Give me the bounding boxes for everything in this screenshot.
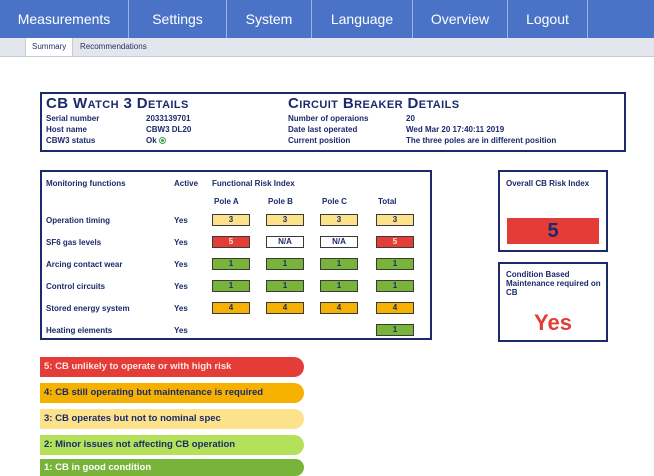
last-operated-value: Wed Mar 20 17:40:11 2019 <box>406 125 505 134</box>
legend-risk-1: 1: CB in good condition <box>40 459 304 476</box>
risk-cell: 1 <box>266 258 304 270</box>
risk-total-cell: 1 <box>376 280 414 292</box>
risk-total-cell: 5 <box>376 236 414 248</box>
status-label: CBW3 status <box>46 136 96 145</box>
nav-language[interactable]: Language <box>312 0 413 38</box>
active-value: Yes <box>174 304 188 313</box>
risk-cell: 1 <box>212 258 250 270</box>
risk-cell: N/A <box>320 236 358 248</box>
tab-summary[interactable]: Summary <box>25 38 74 56</box>
risk-cell: 4 <box>266 302 304 314</box>
nav-logout[interactable]: Logout <box>508 0 588 38</box>
position-value: The three poles are in different positio… <box>406 136 557 145</box>
operations-label: Number of operaions <box>288 114 369 123</box>
risk-cell: 5 <box>212 236 250 248</box>
status-value-wrap: Ok <box>146 136 166 145</box>
nav-filler <box>588 0 654 38</box>
serial-label: Serial number <box>46 114 100 123</box>
risk-cell: 4 <box>320 302 358 314</box>
row-label-arcing-contact-wear: Arcing contact wear <box>46 260 123 269</box>
row-label-sf6-gas-levels: SF6 gas levels <box>46 238 102 247</box>
overall-risk-value: 5 <box>507 218 599 244</box>
details-panel: CB Watch 3 Details Circuit Breaker Detai… <box>40 92 626 152</box>
active-value: Yes <box>174 282 188 291</box>
overall-risk-panel: Overall CB Risk Index 5 <box>498 170 608 252</box>
top-nav: Measurements Settings System Language Ov… <box>0 0 654 38</box>
risk-cell: 1 <box>266 280 304 292</box>
risk-total-cell: 1 <box>376 258 414 270</box>
last-operated-label: Date last operated <box>288 125 358 134</box>
ok-circle-icon <box>158 137 166 144</box>
risk-cell: 1 <box>320 258 358 270</box>
nav-overview[interactable]: Overview <box>413 0 508 38</box>
row-label-stored-energy-system: Stored energy system <box>46 304 130 313</box>
row-label-control-circuits: Control circuits <box>46 282 106 291</box>
maintenance-required-value: Yes <box>534 310 572 335</box>
risk-total-cell: 1 <box>376 324 414 336</box>
fri-header: Functional Risk Index <box>212 179 295 188</box>
active-value: Yes <box>174 260 188 269</box>
active-value: Yes <box>174 216 188 225</box>
pole-c-header: Pole C <box>322 197 347 206</box>
legend-risk-4: 4: CB still operating but maintenance is… <box>40 383 304 403</box>
operations-value: 20 <box>406 114 415 123</box>
position-label: Current position <box>288 136 351 145</box>
risk-cell: 1 <box>212 280 250 292</box>
status-value: Ok <box>146 136 157 145</box>
risk-total-cell: 3 <box>376 214 414 226</box>
risk-cell: 3 <box>266 214 304 226</box>
tab-recommendations[interactable]: Recommendations <box>74 38 153 56</box>
legend-risk-5: 5: CB unlikely to operate or with high r… <box>40 357 304 377</box>
serial-value: 2033139701 <box>146 114 191 123</box>
host-value: CBW3 DL20 <box>146 125 192 134</box>
risk-cell: 1 <box>320 280 358 292</box>
risk-cell: 3 <box>212 214 250 226</box>
legend-risk-2: 2: Minor issues not affecting CB operati… <box>40 435 304 455</box>
overall-risk-label: Overall CB Risk Index <box>506 179 590 188</box>
sub-nav: Summary Recommendations <box>0 38 654 57</box>
risk-cell: N/A <box>266 236 304 248</box>
risk-cell: 4 <box>212 302 250 314</box>
nav-settings[interactable]: Settings <box>129 0 227 38</box>
row-label-operation-timing: Operation timing <box>46 216 110 225</box>
active-value: Yes <box>174 326 188 335</box>
pole-a-header: Pole A <box>214 197 239 206</box>
maintenance-required-panel: Condition Based Maintenance required on … <box>498 262 608 342</box>
monitoring-table: Monitoring functions Active Functional R… <box>40 170 432 340</box>
nav-system[interactable]: System <box>227 0 312 38</box>
risk-total-cell: 4 <box>376 302 414 314</box>
active-header: Active <box>174 179 199 188</box>
total-header: Total <box>378 197 397 206</box>
row-label-heating-elements: Heating elements <box>46 326 113 335</box>
legend-risk-3: 3: CB operates but not to nominal spec <box>40 409 304 429</box>
nav-measurements[interactable]: Measurements <box>0 0 129 38</box>
active-value: Yes <box>174 238 188 247</box>
breaker-details-title: Circuit Breaker Details <box>288 95 460 112</box>
monitoring-functions-header: Monitoring functions <box>46 179 126 188</box>
pole-b-header: Pole B <box>268 197 293 206</box>
maintenance-required-label: Condition Based Maintenance required on … <box>506 270 601 297</box>
cbwatch-details-title: CB Watch 3 Details <box>46 95 189 112</box>
host-label: Host name <box>46 125 87 134</box>
risk-cell: 3 <box>320 214 358 226</box>
